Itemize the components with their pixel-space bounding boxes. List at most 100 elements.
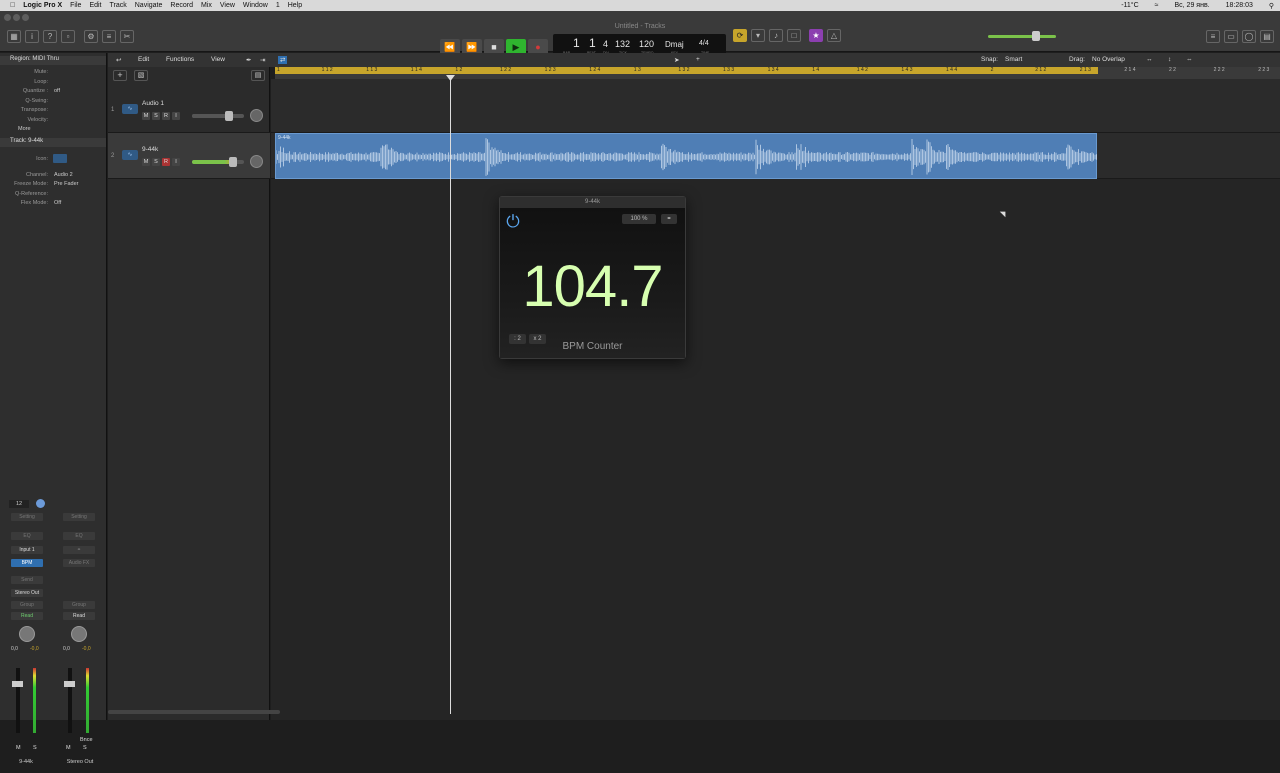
replace-icon[interactable]: ▾	[751, 29, 765, 42]
track-button-s[interactable]: S	[152, 112, 160, 120]
lcd-key[interactable]: Dmaj	[665, 40, 684, 49]
notepad-icon[interactable]: ▭	[1224, 30, 1238, 43]
library-icon[interactable]: ▦	[7, 30, 21, 43]
add-track-button[interactable]: +	[113, 70, 127, 81]
solo-icon[interactable]: □	[787, 29, 801, 42]
track-header[interactable]: 2 ∿ 9-44k MSRI	[108, 133, 270, 179]
waveform-icon[interactable]: ∿	[122, 104, 138, 114]
eq-thumbnail-icon[interactable]	[36, 499, 45, 508]
audio-fx-slot[interactable]: Audio FX	[63, 559, 95, 567]
back-arrow-icon[interactable]: ↩	[116, 56, 121, 64]
weather-text[interactable]: -11°C	[1121, 2, 1138, 9]
drag-select[interactable]: No Overlap	[1092, 56, 1125, 63]
bpm-counter-window[interactable]: 9-44k ⏻ 100 % ⚭ 104.7 : 2 x 2 BPM Counte…	[499, 196, 686, 359]
smart-controls-icon[interactable]: ⚙	[84, 30, 98, 43]
wifi-icon[interactable]: ≈	[1155, 2, 1159, 9]
track-param-row[interactable]: Freeze Mode: Pre Fader	[4, 181, 102, 189]
menu-record[interactable]: Record	[170, 2, 193, 9]
master-volume-knob[interactable]	[1032, 31, 1040, 41]
menu-navigate[interactable]: Navigate	[135, 2, 163, 9]
zoom-select[interactable]: 100 %	[622, 214, 656, 224]
inspector-icon[interactable]: i	[25, 30, 39, 43]
region-inspector-header[interactable]: Region: MIDI Thru	[0, 56, 106, 65]
pan-knob[interactable]	[71, 626, 87, 642]
menu-view[interactable]: View	[220, 2, 235, 9]
region-param-row[interactable]: Velocity:	[4, 117, 102, 125]
list-editors-icon[interactable]: ≡	[1206, 30, 1220, 43]
link-icon[interactable]: ⚭	[661, 214, 677, 224]
region-param-row[interactable]: Loop:	[4, 79, 102, 87]
cycle-icon[interactable]: ⟳	[733, 29, 747, 42]
fader-knob[interactable]	[228, 157, 237, 167]
mixer-icon[interactable]: ≡	[102, 30, 116, 43]
bpm-plugin-slot[interactable]: BPM	[11, 559, 43, 567]
clock-text[interactable]: 18:28:03	[1226, 2, 1253, 9]
solo-button[interactable]: S	[33, 745, 37, 751]
quick-help-icon[interactable]: ?	[43, 30, 57, 43]
volume-fader-stereo-out[interactable]	[68, 668, 72, 733]
region-param-row[interactable]: Transpose:	[4, 107, 102, 115]
pointer-tool-icon[interactable]: ➤	[674, 56, 679, 64]
region-param-row[interactable]: Quantize : off	[4, 88, 102, 96]
bounce-button[interactable]: Bnce	[80, 737, 93, 743]
waveform-zoom-icon[interactable]: ↔	[1146, 56, 1153, 63]
loop-browser-icon[interactable]: ◯	[1242, 30, 1256, 43]
pencil-icon[interactable]: ✒	[246, 56, 251, 64]
flex-icon[interactable]: ⇥	[260, 56, 265, 64]
link-icon[interactable]: ⚭	[63, 546, 95, 554]
menu-track[interactable]: Track	[110, 2, 127, 9]
track-param-row[interactable]: Flex Mode: Off	[4, 200, 102, 208]
track-param-row[interactable]: Channel: Audio 2	[4, 172, 102, 180]
menu-help[interactable]: Help	[288, 2, 302, 9]
power-icon[interactable]: ⏻	[503, 212, 523, 232]
menu-file[interactable]: File	[70, 2, 81, 9]
send-slot[interactable]: Send	[11, 576, 43, 584]
waveform-icon[interactable]: ∿	[122, 150, 138, 160]
eq-slot[interactable]: EQ	[11, 532, 43, 540]
track-name[interactable]: Audio 1	[142, 100, 164, 107]
zoom-window-button[interactable]	[22, 14, 29, 21]
lcd-tempo[interactable]: 120	[639, 39, 654, 49]
track-volume-fader[interactable]	[192, 157, 244, 167]
track-icon-swatch[interactable]	[53, 154, 67, 163]
track-lane-audio-1[interactable]	[271, 79, 1280, 133]
setting-slot[interactable]: Setting	[11, 513, 43, 521]
track-options-icon[interactable]: ▤	[251, 70, 265, 81]
date-text[interactable]: Вс, 29 янв.	[1175, 2, 1210, 9]
eq-value[interactable]: 12	[9, 500, 29, 508]
track-button-r[interactable]: R	[162, 112, 170, 120]
volume-fader-cap[interactable]	[12, 681, 23, 687]
track-button-s[interactable]: S	[152, 158, 160, 166]
menu-app-name[interactable]: Logic Pro X	[23, 2, 62, 9]
menu-window[interactable]: Window	[243, 2, 268, 9]
mute-button[interactable]: M	[16, 745, 21, 751]
marquee-tool-icon[interactable]: +	[696, 56, 700, 63]
region-param-row[interactable]: Q-Swing:	[4, 98, 102, 106]
input-slot[interactable]: Input 1	[11, 546, 43, 554]
search-icon[interactable]: ⚲	[1269, 2, 1274, 10]
region-param-row[interactable]: Mute:	[4, 69, 102, 77]
group-slot[interactable]: Group	[63, 601, 95, 609]
track-param-row[interactable]: Q-Reference:	[4, 191, 102, 199]
track-inspector-header[interactable]: Track: 9-44k	[0, 138, 106, 147]
functions-menu[interactable]: Functions	[166, 56, 194, 63]
volume-fader-track[interactable]	[16, 668, 20, 733]
metronome-icon[interactable]: △	[827, 29, 841, 42]
close-window-button[interactable]	[4, 14, 11, 21]
mute-button[interactable]: M	[66, 745, 71, 751]
lcd-signature[interactable]: 4/4	[699, 40, 709, 47]
catch-icon[interactable]: ⇄	[278, 56, 288, 64]
pan-knob[interactable]	[19, 626, 35, 642]
snap-select[interactable]: Smart	[1005, 56, 1022, 63]
menu-1[interactable]: 1	[276, 2, 280, 9]
browser-icon[interactable]: ▤	[1260, 30, 1274, 43]
group-slot[interactable]: Group	[11, 601, 43, 609]
view-menu[interactable]: View	[211, 56, 225, 63]
fader-knob[interactable]	[225, 111, 234, 121]
solo-button[interactable]: S	[83, 745, 87, 751]
track-button-r[interactable]: R	[162, 158, 170, 166]
pan-knob[interactable]	[250, 109, 263, 122]
track-button-i[interactable]: I	[172, 112, 180, 120]
horizontal-zoom-icon[interactable]: ⇔	[1186, 56, 1193, 63]
automation-slot[interactable]: Read	[63, 612, 95, 620]
